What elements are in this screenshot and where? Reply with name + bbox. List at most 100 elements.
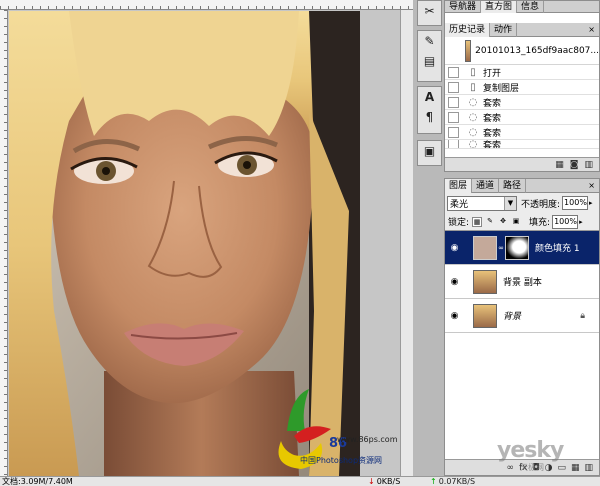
opacity-label: 不透明度: — [521, 199, 561, 210]
layer-row-background-copy[interactable]: ◉ 背景 副本 — [445, 265, 599, 299]
lasso-icon: ◌ — [468, 140, 478, 149]
tools-icon[interactable]: ✂ — [418, 1, 441, 21]
lock-row: 锁定: ▦ ✎ ✥ ▣ 填充: 100% ▸ — [445, 213, 599, 231]
adjustment-layer-icon[interactable]: ◑ — [545, 463, 553, 473]
document-canvas-area[interactable]: 86 www.86ps.com 中国Photoshop资源网 — [0, 0, 413, 476]
layers-panel: 图层 通道 路径 × 柔光 ▼ 不透明度: 100% ▸ 锁定: ▦ ✎ ✥ ▣… — [444, 178, 600, 476]
blend-options-row: 柔光 ▼ 不透明度: 100% ▸ — [445, 193, 599, 213]
layer-row-background[interactable]: ◉ 背景 🔒︎ — [445, 299, 599, 333]
portrait-photo[interactable]: 86 — [9, 11, 360, 476]
lock-transparency-icon[interactable]: ▦ — [472, 216, 483, 227]
network-up-value: 0.07KB/S — [438, 477, 476, 486]
chevron-down-icon[interactable]: ▼ — [504, 196, 516, 210]
tool-block-bottom: ▣ — [417, 140, 442, 166]
clone-source-icon[interactable]: ▤ — [418, 51, 441, 71]
trash-icon[interactable]: ▥ — [584, 160, 593, 170]
lock-label: 锁定: — [448, 218, 470, 228]
layer-row-color-fill[interactable]: ◉ ∞ 颜色填充 1 — [445, 231, 599, 265]
blend-mode-select[interactable]: 柔光 ▼ — [447, 195, 517, 211]
layer-comps-icon[interactable]: ▣ — [418, 141, 441, 161]
fill-label: 填充: — [529, 218, 551, 228]
tab-channels[interactable]: 通道 — [472, 179, 500, 193]
new-layer-icon[interactable]: ▦ — [571, 463, 580, 473]
history-step-label: 套索 — [483, 113, 502, 124]
link-layers-icon[interactable]: ∞ — [506, 463, 514, 473]
tab-info[interactable]: 信息 — [517, 1, 545, 13]
history-step-checkbox[interactable] — [448, 126, 459, 138]
tool-block-text: A ¶ — [417, 86, 442, 134]
history-step[interactable]: ◌ 套索 — [445, 95, 599, 110]
lock-all-icon[interactable]: ▣ — [511, 217, 521, 227]
document-icon: ▯ — [470, 66, 476, 78]
tab-actions[interactable]: 动作 — [490, 23, 518, 37]
status-bar: 文档:3.09M/7.40M ↓ 0KB/S ↑ 0.07KB/S — [0, 476, 600, 486]
history-step[interactable]: ◌ 套索 — [445, 125, 599, 140]
lock-pixels-icon[interactable]: ✎ — [485, 217, 495, 227]
tab-layers[interactable]: 图层 — [445, 179, 473, 193]
trash-icon[interactable]: ▥ — [584, 463, 593, 473]
panel-tool-strip: ✂ ✎ ▤ A ¶ ▣ — [417, 0, 442, 172]
history-step[interactable]: ◌ 套索 — [445, 110, 599, 125]
opacity-spinner-icon[interactable]: ▸ — [589, 199, 593, 207]
network-up-rate: ↑ 0.07KB/S — [430, 477, 475, 486]
tab-navigator[interactable]: 导航器 — [445, 1, 482, 13]
history-step-label: 复制图层 — [483, 83, 520, 94]
brush-icon[interactable]: ✎ — [418, 31, 441, 51]
lock-icon: 🔒︎ — [580, 310, 585, 321]
history-step[interactable]: ▯ 打开 — [445, 65, 599, 80]
watermark-site-text: www.86ps.com — [337, 435, 398, 444]
history-step[interactable]: ▯ 复制图层 — [445, 80, 599, 95]
arrow-down-icon: ↓ — [368, 477, 375, 486]
lasso-icon: ◌ — [468, 126, 478, 138]
chain-link-icon[interactable]: ∞ — [497, 244, 505, 252]
lock-position-icon[interactable]: ✥ — [498, 217, 508, 227]
tool-block-brushes: ✎ ▤ — [417, 30, 442, 82]
lasso-icon: ◌ — [468, 111, 478, 123]
site-logo-subtitle: 天极网 — [520, 463, 544, 472]
history-snapshot[interactable]: 20101013_165df9aac807... — [445, 37, 599, 65]
layer-name: 背景 — [503, 312, 522, 322]
eye-icon[interactable]: ◉ — [448, 243, 461, 253]
new-document-icon[interactable]: ▦ — [555, 160, 564, 170]
history-step-checkbox[interactable] — [448, 140, 459, 148]
fill-spinner-icon[interactable]: ▸ — [579, 218, 583, 226]
snapshot-thumbnail — [465, 39, 472, 62]
layer-mask-thumbnail[interactable] — [505, 235, 529, 260]
horizontal-ruler — [0, 0, 413, 10]
tab-paths[interactable]: 路径 — [499, 179, 527, 193]
eye-icon[interactable]: ◉ — [448, 277, 461, 287]
layer-name: 颜色填充 1 — [535, 244, 580, 254]
snapshot-camera-icon[interactable]: ◙ — [570, 160, 579, 170]
history-step[interactable]: ◌ 套索 — [445, 140, 599, 149]
layer-thumbnail — [473, 269, 497, 294]
history-step-label: 套索 — [483, 128, 502, 139]
close-icon[interactable]: × — [584, 179, 599, 192]
fill-field[interactable]: 100% — [552, 214, 579, 229]
history-step-checkbox[interactable] — [448, 81, 459, 93]
color-fill-thumbnail — [473, 235, 497, 260]
history-panel-footer: ▦ ◙ ▥ — [445, 157, 599, 171]
document-size-info[interactable]: 文档:3.09M/7.40M — [2, 477, 73, 486]
layer-name: 背景 副本 — [503, 278, 542, 288]
tab-histogram[interactable]: 直方图 — [481, 1, 518, 13]
history-step-checkbox[interactable] — [448, 111, 459, 123]
layers-tab-bar: 图层 通道 路径 × — [445, 179, 599, 193]
character-icon[interactable]: A — [418, 87, 441, 107]
history-step-checkbox[interactable] — [448, 66, 459, 78]
canvas-vertical-scrollbar[interactable] — [400, 10, 413, 476]
history-step-checkbox[interactable] — [448, 96, 459, 108]
portrait-image: 86 — [9, 11, 360, 476]
tab-history[interactable]: 历史记录 — [445, 23, 491, 37]
snapshot-name: 20101013_165df9aac807... — [475, 45, 599, 56]
close-icon[interactable]: × — [584, 23, 599, 36]
history-panel: 导航器 直方图 信息 历史记录 动作 × 20101013_165df9aac8… — [444, 0, 600, 172]
new-group-icon[interactable]: ▭ — [557, 463, 566, 473]
eye-icon[interactable]: ◉ — [448, 311, 461, 321]
layer-thumbnail — [473, 303, 497, 328]
opacity-field[interactable]: 100% — [562, 196, 589, 210]
history-step-label: 套索 — [483, 140, 502, 149]
paragraph-icon[interactable]: ¶ — [418, 107, 441, 127]
blend-mode-value: 柔光 — [450, 199, 469, 210]
history-tab-bar: 历史记录 动作 × — [445, 23, 599, 37]
network-down-value: 0KB/S — [376, 477, 401, 486]
